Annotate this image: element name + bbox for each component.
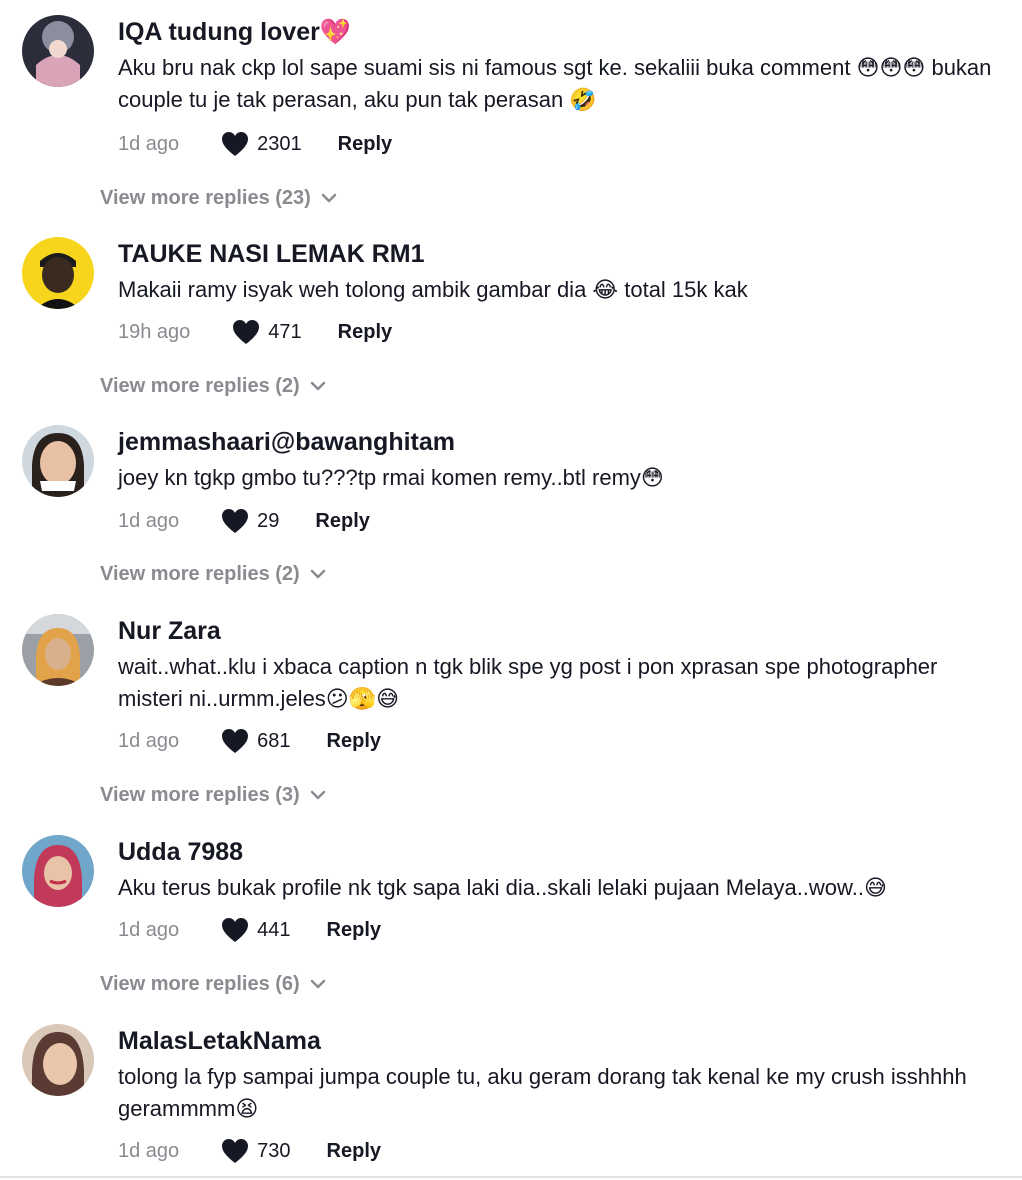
view-more-replies[interactable]: View more replies (2) xyxy=(100,371,326,401)
like-count: 681 xyxy=(257,729,291,752)
comment-username[interactable]: MalasLetakNama xyxy=(118,1025,321,1057)
comment-username[interactable]: TAUKE NASI LEMAK RM1 xyxy=(118,238,424,270)
heart-icon[interactable] xyxy=(232,319,260,345)
view-more-replies[interactable]: View more replies (6) xyxy=(100,969,326,999)
chevron-down-icon xyxy=(321,193,337,203)
view-more-replies[interactable]: View more replies (23) xyxy=(100,183,337,213)
like-button[interactable]: 29 xyxy=(221,508,279,534)
avatar[interactable] xyxy=(22,425,94,497)
like-button[interactable]: 441 xyxy=(221,917,291,943)
like-count: 2301 xyxy=(257,132,302,155)
reply-button[interactable]: Reply xyxy=(327,730,381,753)
view-more-replies-label: View more replies (23) xyxy=(100,186,311,209)
heart-icon[interactable] xyxy=(221,728,249,754)
comment-timestamp: 19h ago xyxy=(118,320,191,343)
reply-button[interactable]: Reply xyxy=(327,919,381,942)
comment-meta: 1d ago 441 Reply xyxy=(118,915,381,945)
reply-button[interactable]: Reply xyxy=(338,321,392,344)
chevron-down-icon xyxy=(310,979,325,989)
reply-button[interactable]: Reply xyxy=(327,1140,381,1163)
heart-icon[interactable] xyxy=(221,1138,249,1164)
comment-username[interactable]: Nur Zara xyxy=(118,615,221,647)
comment-timestamp: 1d ago xyxy=(118,729,180,752)
comment-meta: 19h ago 471 Reply xyxy=(118,317,392,347)
view-more-replies-label: View more replies (6) xyxy=(100,972,300,995)
reply-button[interactable]: Reply xyxy=(315,510,369,533)
comment-timestamp: 1d ago xyxy=(118,918,180,941)
comment-text: tolong la fyp sampai jumpa couple tu, ak… xyxy=(118,1064,967,1121)
comment-username[interactable]: jemmashaari@bawanghitam xyxy=(118,426,455,458)
heart-icon[interactable] xyxy=(221,917,249,943)
comment-meta: 1d ago 29 Reply xyxy=(118,506,370,536)
like-count: 730 xyxy=(257,1139,291,1162)
heart-icon[interactable] xyxy=(221,508,249,534)
comment-text: wait..what..klu i xbaca caption n tgk bl… xyxy=(118,654,938,711)
avatar[interactable] xyxy=(22,237,94,309)
view-more-replies-label: View more replies (3) xyxy=(100,783,300,806)
like-count: 441 xyxy=(257,918,291,941)
chevron-down-icon xyxy=(310,381,325,391)
view-more-replies[interactable]: View more replies (2) xyxy=(100,559,326,589)
comment-meta: 1d ago 2301 Reply xyxy=(118,129,392,159)
reply-button[interactable]: Reply xyxy=(338,133,392,156)
comment-username[interactable]: Udda 7988 xyxy=(118,836,243,868)
like-button[interactable]: 471 xyxy=(232,319,302,345)
comment-username[interactable]: IQA tudung lover💖 xyxy=(118,16,351,48)
comment-text: Makaii ramy isyak weh tolong ambik gamba… xyxy=(118,277,748,302)
comment-text: Aku bru nak ckp lol sape suami sis ni fa… xyxy=(118,55,992,112)
view-more-replies-label: View more replies (2) xyxy=(100,562,300,585)
like-count: 29 xyxy=(257,509,280,532)
avatar[interactable] xyxy=(22,15,94,87)
chevron-down-icon xyxy=(310,790,325,800)
heart-icon[interactable] xyxy=(221,131,249,157)
chevron-down-icon xyxy=(310,569,325,579)
like-button[interactable]: 730 xyxy=(221,1138,291,1164)
comment-text: joey kn tgkp gmbo tu???tp rmai komen rem… xyxy=(118,465,664,490)
comment-meta: 1d ago 681 Reply xyxy=(118,726,381,756)
like-button[interactable]: 681 xyxy=(221,728,291,754)
avatar[interactable] xyxy=(22,1024,94,1096)
view-more-replies[interactable]: View more replies (3) xyxy=(100,780,326,810)
avatar[interactable] xyxy=(22,614,94,686)
view-more-replies-label: View more replies (2) xyxy=(100,374,300,397)
like-count: 471 xyxy=(268,320,302,343)
comment-meta: 1d ago 730 Reply xyxy=(118,1136,381,1166)
avatar[interactable] xyxy=(22,835,94,907)
like-button[interactable]: 2301 xyxy=(221,131,302,157)
comment-timestamp: 1d ago xyxy=(118,1139,180,1162)
comment-timestamp: 1d ago xyxy=(118,509,180,532)
comment-timestamp: 1d ago xyxy=(118,132,180,155)
comment-text: Aku terus bukak profile nk tgk sapa laki… xyxy=(118,875,887,900)
bottom-divider xyxy=(0,1176,1022,1178)
